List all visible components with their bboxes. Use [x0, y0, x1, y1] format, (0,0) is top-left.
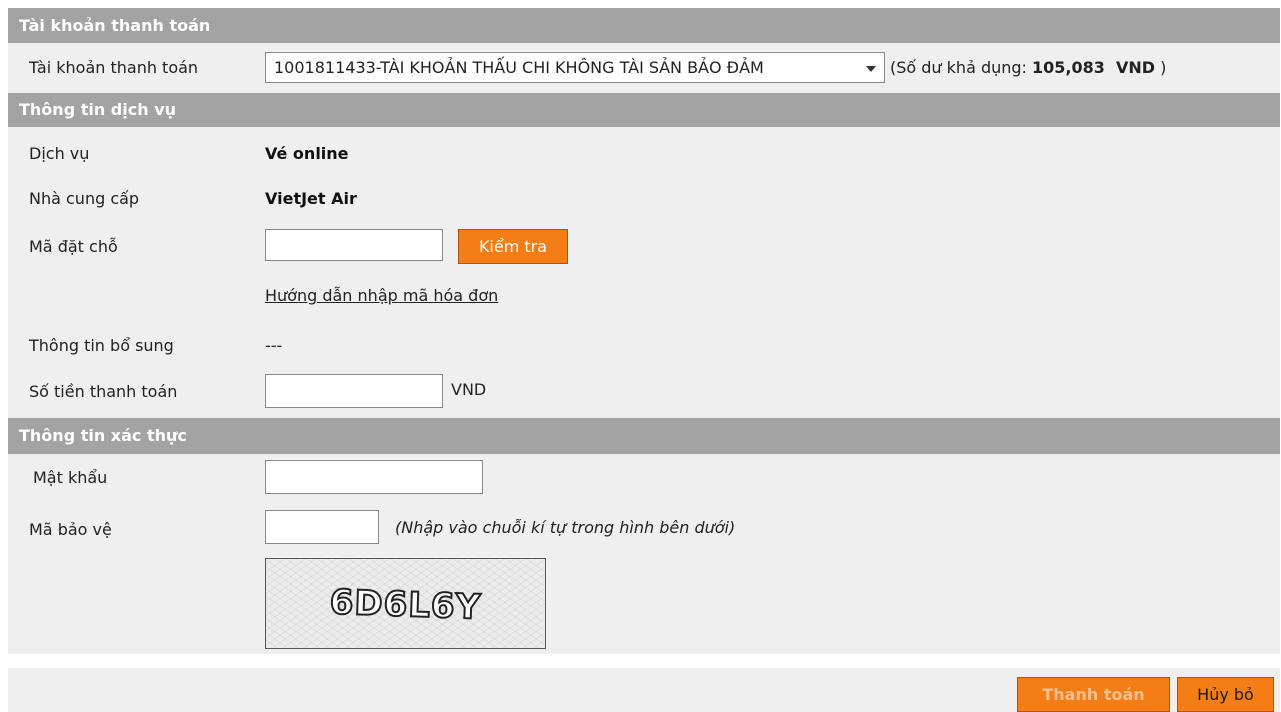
balance-amount: 105,083	[1032, 58, 1105, 77]
account-section-header: Tài khoản thanh toán	[8, 8, 1280, 43]
check-button[interactable]: Kiểm tra	[458, 229, 568, 264]
service-value: Vé online	[265, 144, 349, 163]
captcha-hint: (Nhập vào chuỗi kí tự trong hình bên dướ…	[395, 518, 736, 537]
service-label: Dịch vụ	[29, 144, 90, 163]
amount-unit: VND	[451, 380, 487, 399]
captcha-input[interactable]	[265, 510, 379, 544]
captcha-label: Mã bảo vệ	[29, 520, 112, 539]
guide-link[interactable]: Hướng dẫn nhập mã hóa đơn	[265, 286, 498, 305]
amount-input[interactable]	[265, 374, 443, 408]
balance-info: (Số dư khả dụng: 105,083 VND )	[890, 58, 1166, 77]
pay-button[interactable]: Thanh toán	[1017, 677, 1170, 712]
balance-suffix: )	[1160, 58, 1167, 77]
provider-value: VietJet Air	[265, 189, 357, 208]
captcha-image: 6D6L6Y	[265, 558, 546, 649]
account-select[interactable]: 1001811433-TÀI KHOẢN THẤU CHI KHÔNG TÀI …	[265, 52, 885, 83]
chevron-down-icon	[866, 66, 876, 72]
service-section-header: Thông tin dịch vụ	[8, 93, 1280, 127]
password-label: Mật khẩu	[33, 468, 108, 487]
cancel-button[interactable]: Hủy bỏ	[1177, 677, 1274, 712]
amount-label: Số tiền thanh toán	[29, 382, 178, 401]
extra-info-value: ---	[265, 336, 283, 355]
captcha-image-text: 6D6L6Y	[328, 581, 483, 628]
account-label: Tài khoản thanh toán	[29, 58, 199, 77]
auth-section-header: Thông tin xác thực	[8, 418, 1280, 454]
extra-info-label: Thông tin bổ sung	[29, 336, 174, 355]
password-input[interactable]	[265, 460, 483, 494]
booking-code-input[interactable]	[265, 229, 443, 261]
balance-currency: VND	[1116, 58, 1156, 77]
booking-code-label: Mã đặt chỗ	[29, 237, 118, 256]
balance-prefix: (Số dư khả dụng:	[890, 58, 1027, 77]
provider-label: Nhà cung cấp	[29, 189, 140, 208]
account-select-value: 1001811433-TÀI KHOẢN THẤU CHI KHÔNG TÀI …	[274, 58, 764, 77]
